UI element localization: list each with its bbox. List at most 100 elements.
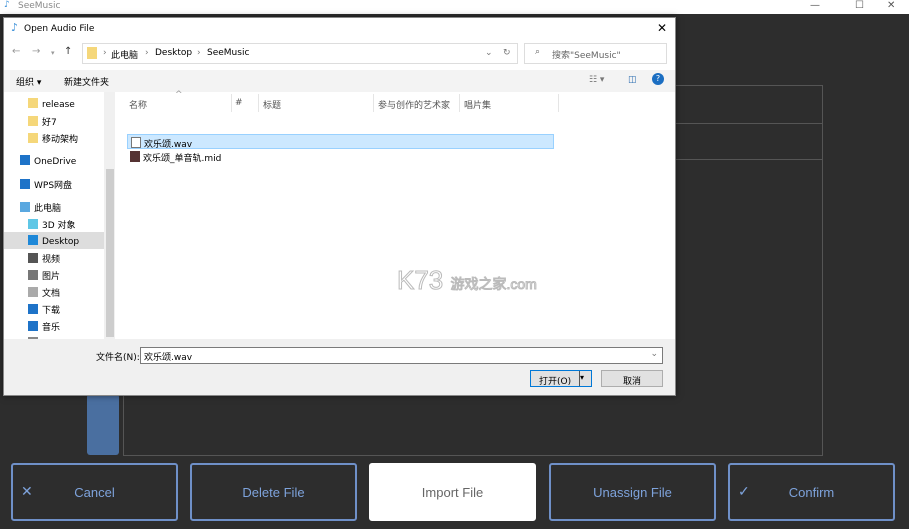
file-list: 名称 ^ # 标题 参与创作的艺术家 唱片集 欢乐颂.wav 欢乐颂_单音轨.m…: [115, 90, 675, 339]
chevron-down-icon[interactable]: ⌄: [485, 48, 493, 58]
minimize-icon[interactable]: —: [810, 0, 820, 11]
check-icon: ✓: [738, 483, 750, 499]
organize-button[interactable]: 组织 ▾: [16, 75, 41, 88]
sidebar-item[interactable]: 文档: [4, 283, 104, 300]
sidebar-item-label: release: [42, 100, 75, 110]
download-icon: [28, 304, 38, 314]
address-bar[interactable]: › 此电脑 › Desktop › SeeMusic ⌄ ↻: [82, 43, 518, 64]
sidebar-item-label: 好7: [42, 118, 57, 128]
dialog-footer: 文件名(N): 欢乐颂.wav ⌄ 打开(O) ▾ 取消: [4, 339, 675, 395]
folder-icon: [28, 133, 38, 143]
music-icon: [28, 321, 38, 331]
cancel-dialog-label: 取消: [622, 377, 641, 387]
cube-icon: [28, 219, 38, 229]
filename-label: 文件名(N):: [96, 353, 140, 363]
search-placeholder: 搜索"SeeMusic": [552, 51, 621, 61]
sidebar-item-label: 文档: [42, 289, 61, 299]
open-button[interactable]: 打开(O) ▾: [530, 370, 592, 387]
open-dropdown-icon[interactable]: ▾: [579, 371, 591, 386]
sidebar-item[interactable]: Desktop: [4, 232, 104, 249]
back-icon[interactable]: ←: [12, 46, 20, 57]
maximize-icon[interactable]: ☐: [855, 0, 864, 11]
sidebar-item[interactable]: WPS网盘: [4, 175, 104, 192]
sidebar-item[interactable]: 视频: [4, 249, 104, 266]
column-artist[interactable]: 参与创作的艺术家: [378, 98, 450, 111]
sidebar-item[interactable]: 图片: [4, 266, 104, 283]
sidebar-item-label: 3D 对象: [42, 221, 76, 231]
navigation-pane: release 好7 移动架构 OneDrive WPS网盘此电脑 3D 对象 Deskto…: [4, 92, 115, 339]
dialog-title: Open Audio File: [24, 24, 95, 34]
sidebar-item-label: Desktop: [42, 237, 80, 247]
computer-icon: [20, 202, 30, 212]
column-title[interactable]: 标题: [263, 98, 281, 111]
sort-arrow-icon: ^: [175, 90, 183, 100]
refresh-icon[interactable]: ↻: [503, 48, 511, 58]
music-note-icon: ♪: [4, 0, 10, 10]
sidebar-item-label: 移动架构: [42, 135, 79, 145]
sidebar-item-label: 下载: [42, 306, 61, 316]
folder-icon: [87, 47, 97, 59]
video-icon: [28, 253, 38, 263]
close-icon[interactable]: ✕: [887, 0, 895, 11]
recent-dropdown-icon[interactable]: ▾: [51, 49, 55, 57]
sidebar-item[interactable]: 3D 对象: [4, 215, 104, 232]
up-icon[interactable]: ↑: [64, 46, 72, 57]
folder-icon: [28, 116, 38, 126]
filename-input[interactable]: 欢乐颂.wav ⌄: [140, 347, 663, 364]
sidebar-item[interactable]: 移动架构: [4, 129, 104, 146]
unassign-label: Unassign File: [593, 484, 672, 500]
column-name[interactable]: 名称: [129, 98, 147, 111]
preview-pane-icon[interactable]: ◫: [628, 75, 637, 85]
sidebar-item-label: 此电脑: [34, 204, 62, 214]
desktop-icon: [28, 235, 38, 245]
column-number[interactable]: #: [235, 98, 243, 108]
toolbar: 组织 ▾ 新建文件夹 ☷ ▾ ◫ ?: [4, 70, 675, 92]
document-icon: [28, 287, 38, 297]
sidebar-item-label: OneDrive: [34, 157, 77, 167]
search-icon: ⌕: [535, 47, 541, 57]
breadcrumb-item[interactable]: 此电脑: [111, 48, 138, 61]
file-name: 欢乐颂_单音轨.mid: [143, 154, 222, 164]
confirm-label: Confirm: [788, 484, 835, 500]
watermark-logo: K73 游戏之家.com: [397, 265, 538, 296]
search-input[interactable]: ⌕ 搜索"SeeMusic": [524, 43, 667, 64]
confirm-button[interactable]: ✓ Confirm: [728, 463, 895, 521]
open-label: 打开(O): [539, 377, 572, 387]
app-titlebar: ♪ SeeMusic — ☐ ✕: [0, 0, 909, 14]
midi-file-icon: [130, 151, 140, 162]
picture-icon: [28, 270, 38, 280]
breadcrumb-item[interactable]: SeeMusic: [207, 48, 249, 58]
sidebar-item-label: 视频: [42, 255, 61, 265]
file-row[interactable]: 欢乐颂_单音轨.mid: [127, 149, 554, 164]
chevron-down-icon[interactable]: ⌄: [650, 349, 658, 359]
sidebar-item[interactable]: 音乐: [4, 317, 104, 334]
breadcrumb-item[interactable]: Desktop: [155, 48, 192, 58]
audio-file-icon: [131, 137, 141, 148]
new-folder-button[interactable]: 新建文件夹: [64, 75, 109, 88]
cancel-button[interactable]: ✕ Cancel: [11, 463, 178, 521]
import-file-button[interactable]: Import File: [369, 463, 536, 521]
scroll-handle[interactable]: [87, 394, 119, 455]
sidebar-item[interactable]: release: [4, 95, 104, 112]
import-label: Import File: [421, 484, 484, 500]
sidebar-item[interactable]: 好7: [4, 112, 104, 129]
help-icon[interactable]: ?: [652, 73, 664, 85]
close-icon[interactable]: ✕: [657, 21, 667, 35]
delete-file-button[interactable]: Delete File: [190, 463, 357, 521]
x-icon: ✕: [21, 483, 33, 499]
forward-icon[interactable]: →: [32, 46, 40, 57]
unassign-file-button[interactable]: Unassign File: [549, 463, 716, 521]
file-row[interactable]: 欢乐颂.wav: [127, 134, 554, 150]
sidebar-item-label: 图片: [42, 272, 61, 282]
sidebar-item[interactable]: 此电脑: [4, 198, 104, 215]
sidebar-scrollbar[interactable]: [104, 92, 115, 339]
sidebar-item[interactable]: OneDrive: [4, 152, 104, 169]
cancel-dialog-button[interactable]: 取消: [601, 370, 663, 387]
sidebar-item[interactable]: 下载: [4, 300, 104, 317]
column-album[interactable]: 唱片集: [464, 98, 491, 111]
view-options-icon[interactable]: ☷ ▾: [589, 75, 604, 85]
app-title: SeeMusic: [18, 1, 61, 11]
cancel-label: Cancel: [74, 484, 115, 500]
cloud-icon: [20, 155, 30, 165]
open-file-dialog: ♪ Open Audio File ✕ ← → ▾ ↑ › 此电脑 › Desk…: [3, 17, 676, 396]
